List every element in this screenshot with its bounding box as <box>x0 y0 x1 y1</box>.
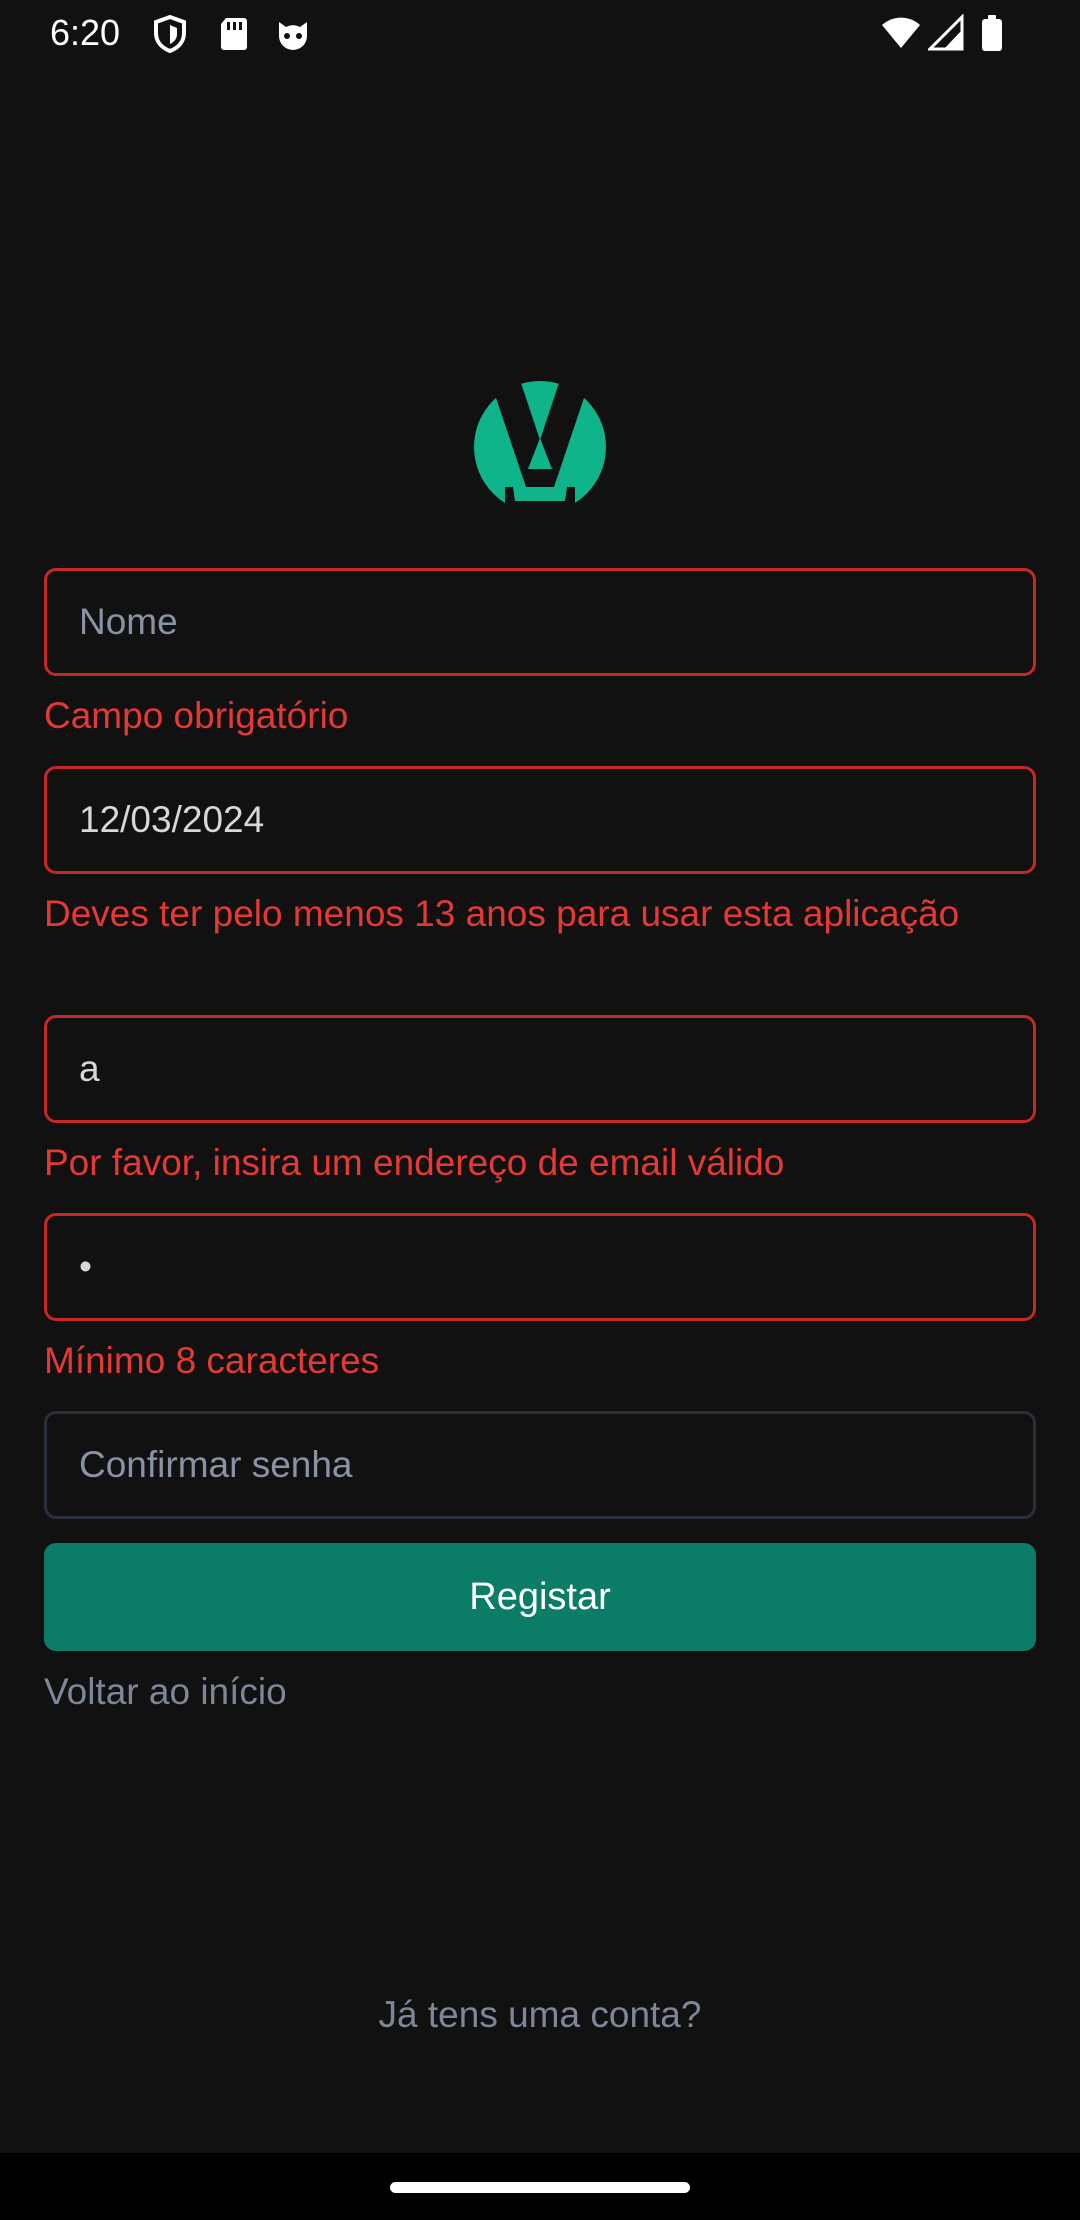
cell-signal-icon <box>926 13 964 52</box>
password-field[interactable]: • <box>44 1213 1036 1321</box>
name-placeholder: Nome <box>79 601 178 642</box>
wifi-icon <box>880 14 922 52</box>
name-field[interactable]: Nome <box>44 568 1036 676</box>
status-time: 6:20 <box>50 12 121 53</box>
status-bar: 6:20 <box>0 0 1080 66</box>
name-error: Campo obrigatório <box>44 695 349 736</box>
birthdate-field[interactable]: 12/03/2024 <box>44 766 1036 874</box>
app-logo-icon <box>473 380 607 514</box>
confirm-password-placeholder: Confirmar senha <box>79 1444 353 1485</box>
sd-card-icon <box>214 14 254 54</box>
cat-face-icon <box>273 14 313 54</box>
birthdate-error: Deves ter pelo menos 13 anos para usar e… <box>44 893 960 934</box>
login-link[interactable]: Já tens uma conta? <box>0 1989 1080 2041</box>
shield-icon <box>150 14 190 54</box>
email-error: Por favor, insira um endereço de email v… <box>44 1142 785 1183</box>
register-button[interactable]: Registar <box>44 1543 1036 1651</box>
confirm-password-field[interactable]: Confirmar senha <box>44 1411 1036 1519</box>
email-value: a <box>79 1048 100 1089</box>
back-to-start-link[interactable]: Voltar ao início <box>44 1666 287 1718</box>
home-indicator[interactable] <box>390 2182 690 2193</box>
birthdate-value: 12/03/2024 <box>79 799 265 840</box>
email-field[interactable]: a <box>44 1015 1036 1123</box>
battery-icon <box>980 14 1004 52</box>
password-value: • <box>79 1246 92 1287</box>
password-error: Mínimo 8 caracteres <box>44 1340 380 1381</box>
